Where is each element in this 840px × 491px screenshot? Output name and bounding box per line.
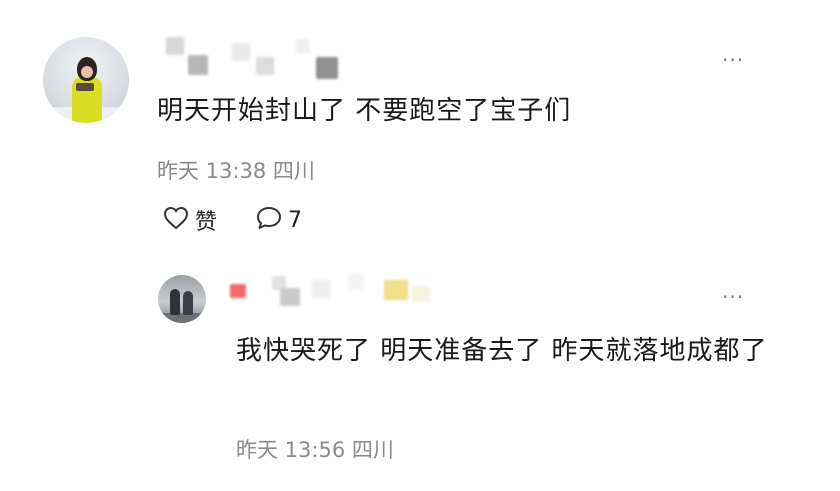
reply-author-name-blurred[interactable] (228, 272, 438, 308)
more-options-button[interactable]: ··· (722, 48, 744, 72)
ellipsis-icon: ··· (722, 48, 745, 72)
reply-meta: 昨天 13:56 四川 (236, 434, 394, 464)
like-label: 赞 (195, 210, 218, 235)
speech-bubble-icon (255, 205, 283, 235)
comment-location: 四川 (272, 159, 315, 183)
reply-text: 我快哭死了 明天准备去了 昨天就落地成都了 (236, 336, 768, 366)
reply-time: 昨天 13:56 (236, 438, 346, 462)
heart-outline-icon (163, 206, 189, 234)
reply-count: 7 (288, 207, 302, 233)
comment-meta: 昨天 13:38 四川 (157, 155, 315, 185)
comment-time: 昨天 13:38 (157, 159, 267, 183)
ellipsis-icon: ··· (722, 285, 745, 309)
reply-location: 四川 (351, 438, 394, 462)
author-name-blurred[interactable] (160, 35, 370, 79)
reply-button[interactable]: 7 (255, 203, 302, 237)
comment-text: 明天开始封山了 不要跑空了宝子们 (157, 96, 572, 126)
like-button[interactable]: 赞 (163, 203, 217, 237)
reply-avatar[interactable] (158, 275, 206, 323)
avatar[interactable] (43, 37, 129, 123)
reply-more-options-button[interactable]: ··· (722, 285, 744, 309)
